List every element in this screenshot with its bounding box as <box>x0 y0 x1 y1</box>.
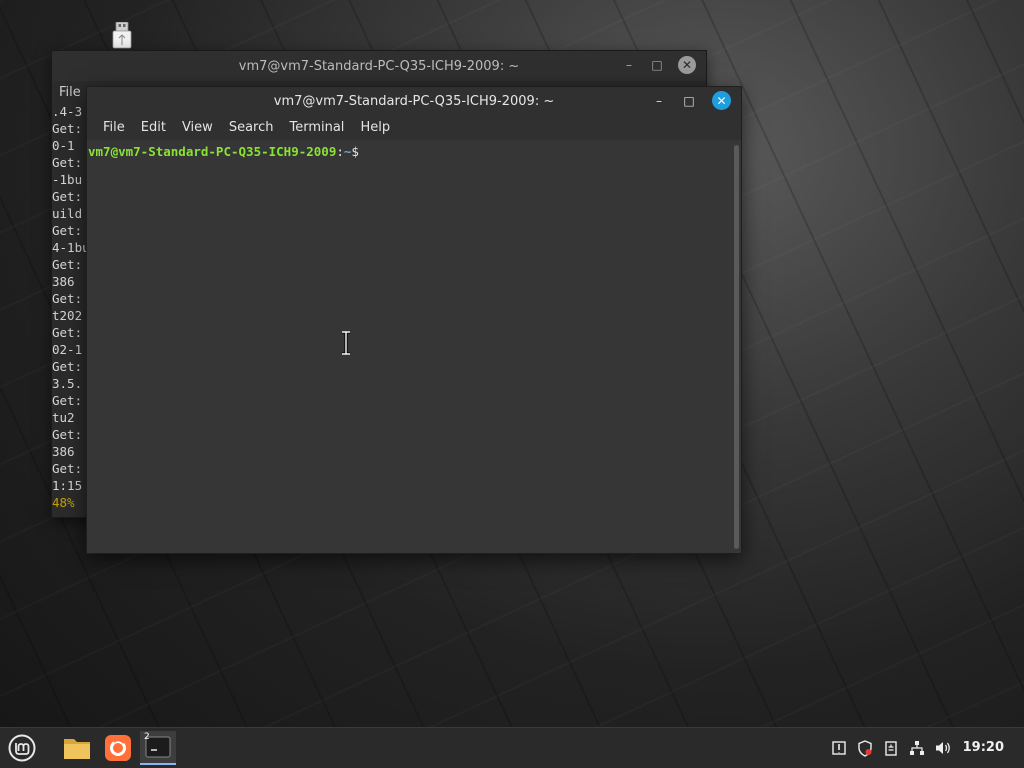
mint-logo-icon <box>8 734 36 762</box>
usb-drive-icon[interactable] <box>110 21 134 50</box>
menu-terminal[interactable]: Terminal <box>281 116 352 140</box>
terminal-output-line: tu2 <box>52 410 75 425</box>
menu-edit[interactable]: Edit <box>133 116 174 140</box>
prompt-symbol: $ <box>351 144 359 159</box>
window-title: vm7@vm7-Standard-PC-Q35-ICH9-2009: ~ <box>273 94 555 109</box>
terminal-output-line: Get: <box>52 121 83 136</box>
close-button[interactable]: ✕ <box>712 91 731 110</box>
maximize-button[interactable]: □ <box>650 58 664 72</box>
terminal-window[interactable]: vm7@vm7-Standard-PC-Q35-ICH9-2009: ~ – □… <box>86 86 742 554</box>
terminal-output-line: 3.5. <box>52 376 83 391</box>
terminal-area[interactable]: vm7@vm7-Standard-PC-Q35-ICH9-2009:~$ <box>87 142 731 553</box>
menu-view[interactable]: View <box>174 116 221 140</box>
background-terminal-titlebar[interactable]: vm7@vm7-Standard-PC-Q35-ICH9-2009: ~ – □… <box>52 51 706 81</box>
menu-help[interactable]: Help <box>352 116 398 140</box>
maximize-button[interactable]: □ <box>682 94 696 108</box>
terminal-output-line: Get: <box>52 325 83 340</box>
folder-icon <box>64 739 90 759</box>
terminal-output-line: 386 <box>52 274 83 289</box>
mint-menu-button[interactable] <box>4 731 40 765</box>
minimize-button[interactable]: – <box>652 94 666 108</box>
network-icon[interactable] <box>908 739 926 757</box>
progress-text: 48% <box>52 495 75 510</box>
terminal-output-line: Get: <box>52 393 83 408</box>
firefox-launcher[interactable] <box>100 731 136 765</box>
window-title: vm7@vm7-Standard-PC-Q35-ICH9-2009: ~ <box>238 58 520 74</box>
terminal-output-line: Get: <box>52 257 83 272</box>
menu-file[interactable]: File <box>59 85 81 100</box>
firefox-icon <box>105 735 131 761</box>
menu-bar: File Edit View Search Terminal Help <box>87 116 741 140</box>
volume-icon[interactable] <box>934 739 952 757</box>
files-launcher[interactable] <box>58 731 96 765</box>
terminal-output-line: Get: <box>52 155 83 170</box>
terminal-output-line: Get: <box>52 427 83 442</box>
text-cursor-icon <box>339 330 353 356</box>
menu-file[interactable]: File <box>95 116 133 140</box>
close-button[interactable]: ✕ <box>678 56 696 74</box>
terminal-output: .4-3 Get: 0-1 Get: -1bu Get: uild Get: 4-1bu Get:… <box>52 103 88 511</box>
terminal-taskbar-button[interactable]: 2 <box>140 731 176 765</box>
terminal-output-line: Get: <box>52 461 83 476</box>
window-count-badge: 2 <box>144 732 150 742</box>
terminal-titlebar[interactable]: vm7@vm7-Standard-PC-Q35-ICH9-2009: ~ – □… <box>87 87 741 116</box>
terminal-output-line: .4-3 <box>52 104 83 119</box>
terminal-output-line: Get: <box>52 223 83 238</box>
terminal-output-line: -1bu <box>52 172 83 187</box>
terminal-output-line: uild <box>52 206 83 221</box>
shield-icon[interactable] <box>856 739 874 757</box>
minimize-button[interactable]: – <box>622 58 636 72</box>
system-tray <box>830 728 952 768</box>
clipboard-icon[interactable] <box>882 739 900 757</box>
update-manager-icon[interactable] <box>830 739 848 757</box>
scrollbar[interactable] <box>734 145 739 549</box>
terminal-output-line: 4-1bu <box>52 240 88 255</box>
menu-search[interactable]: Search <box>221 116 282 140</box>
terminal-output-line: 0-1 <box>52 138 75 153</box>
terminal-output-line: Get: <box>52 359 83 374</box>
terminal-output-line: 02-1 <box>52 342 83 357</box>
terminal-output-line: 386 <box>52 444 83 459</box>
taskbar: 2 19:20 <box>0 727 1024 768</box>
terminal-output-line: t202 <box>52 308 83 323</box>
terminal-output-line: Get: <box>52 189 83 204</box>
clock[interactable]: 19:20 <box>963 728 1004 768</box>
prompt-separator: : <box>336 144 344 159</box>
terminal-output-line: Get: <box>52 291 83 306</box>
terminal-output-line: 1:15 <box>52 478 83 493</box>
prompt-user-host: vm7@vm7-Standard-PC-Q35-ICH9-2009 <box>88 144 337 159</box>
